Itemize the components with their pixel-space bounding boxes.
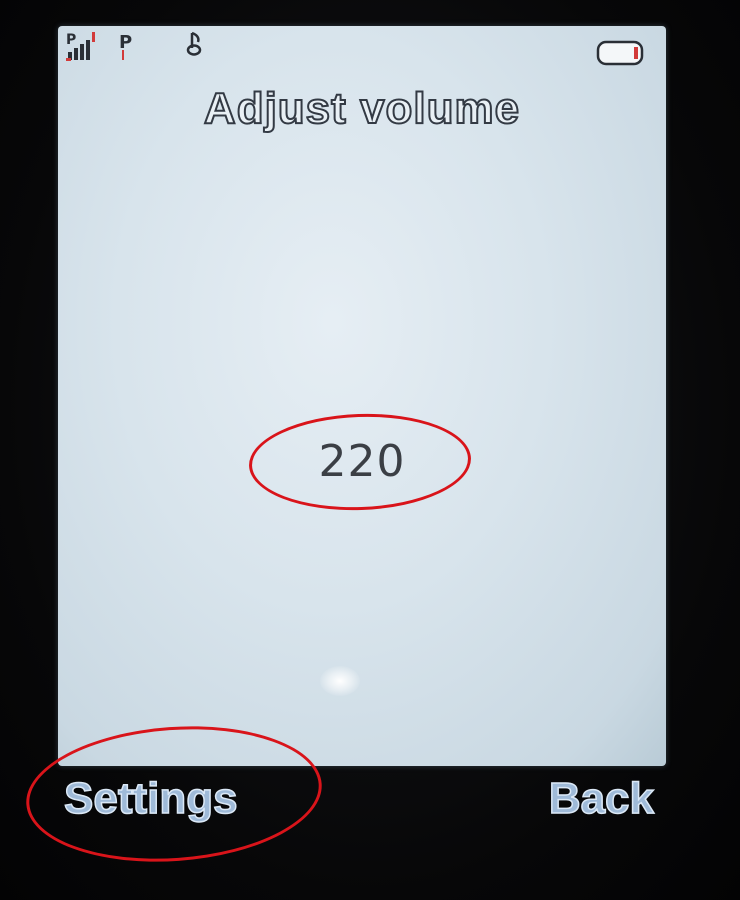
phone-bezel: P P Adjust volume 220 Settings Back <box>0 0 740 900</box>
screen-title: Adjust volume <box>203 83 521 134</box>
music-note-icon <box>184 30 206 58</box>
battery-icon <box>596 40 648 66</box>
status-bar: P P <box>58 26 666 76</box>
phone-screen: P P Adjust volume 220 <box>58 26 666 766</box>
screen-glare <box>320 666 360 696</box>
gprs-icon: P <box>118 30 134 62</box>
softkey-bar: Settings Back <box>58 766 666 846</box>
settings-softkey[interactable]: Settings <box>63 773 238 824</box>
signal-strength-icon: P <box>66 30 106 62</box>
svg-text:P: P <box>119 32 132 53</box>
volume-value-container: 220 <box>58 436 666 487</box>
volume-value[interactable]: 220 <box>319 436 406 487</box>
svg-text:P: P <box>66 32 76 48</box>
back-softkey[interactable]: Back <box>548 773 655 824</box>
